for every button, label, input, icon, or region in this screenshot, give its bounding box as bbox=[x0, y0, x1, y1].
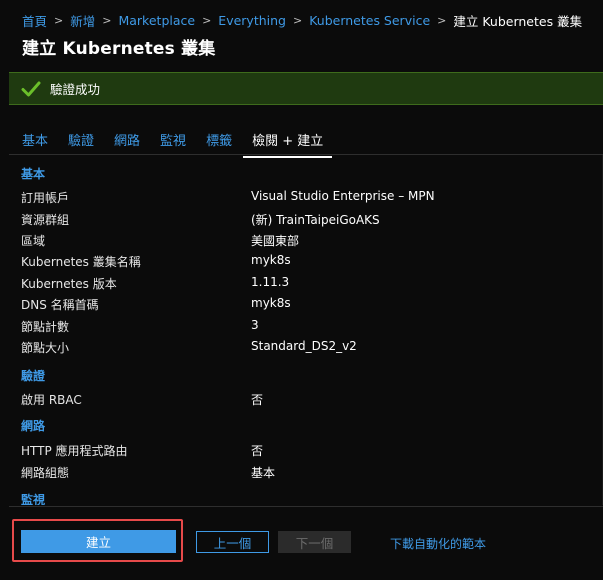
row-value: (新) TrainTaipeiGoAKS bbox=[251, 213, 380, 227]
row-label: DNS 名稱首碼 bbox=[21, 298, 99, 312]
breadcrumb-current: 建立 Kubernetes 叢集 bbox=[453, 14, 583, 29]
row-value: 3 bbox=[251, 318, 259, 332]
row-label: 節點計數 bbox=[21, 320, 70, 334]
row-label: 網路組態 bbox=[21, 466, 70, 480]
row-value: 美國東部 bbox=[251, 234, 300, 248]
chevron-right-icon: > bbox=[102, 14, 112, 27]
row-value: 基本 bbox=[251, 466, 276, 480]
footer-divider bbox=[9, 506, 603, 507]
review-panel: 基本 訂用帳戶 Visual Studio Enterprise – MPN 資… bbox=[9, 155, 603, 505]
row-label: HTTP 應用程式路由 bbox=[21, 444, 128, 458]
previous-button[interactable]: 上一個 bbox=[196, 531, 269, 553]
row-label: 啟用 RBAC bbox=[21, 393, 82, 407]
chevron-right-icon: > bbox=[437, 14, 447, 27]
breadcrumb-marketplace[interactable]: Marketplace bbox=[118, 13, 195, 28]
row-value: 1.11.3 bbox=[251, 275, 290, 289]
create-aks-page: 首頁 > 新增 > Marketplace > Everything > Kub… bbox=[0, 0, 603, 580]
row-label: 區域 bbox=[21, 234, 46, 248]
section-monitor-heading: 監視 bbox=[21, 493, 46, 505]
next-button: 下一個 bbox=[278, 531, 351, 553]
row-value: Visual Studio Enterprise – MPN bbox=[251, 189, 435, 203]
row-label: Kubernetes 叢集名稱 bbox=[21, 255, 141, 269]
chevron-right-icon: > bbox=[202, 14, 212, 27]
section-auth-heading: 驗證 bbox=[21, 369, 46, 383]
page-title: 建立 Kubernetes 叢集 bbox=[22, 39, 216, 59]
row-label: 訂用帳戶 bbox=[21, 191, 70, 205]
row-label: Kubernetes 版本 bbox=[21, 277, 117, 291]
row-value: 否 bbox=[251, 444, 264, 458]
validation-banner: 驗證成功 bbox=[9, 72, 603, 105]
chevron-right-icon: > bbox=[292, 14, 303, 27]
breadcrumb-everything[interactable]: Everything bbox=[218, 13, 286, 28]
chevron-right-icon: > bbox=[54, 14, 64, 27]
row-value: myk8s bbox=[251, 253, 291, 267]
checkmark-icon bbox=[21, 81, 41, 96]
row-label: 節點大小 bbox=[21, 341, 70, 355]
row-value: myk8s bbox=[251, 296, 291, 310]
row-label: 資源群組 bbox=[21, 213, 70, 227]
row-value: Standard_DS2_v2 bbox=[251, 339, 357, 353]
validation-message: 驗證成功 bbox=[50, 82, 101, 97]
section-network-heading: 網路 bbox=[21, 419, 46, 433]
section-basics-heading: 基本 bbox=[21, 167, 46, 181]
download-template-link[interactable]: 下載自動化的範本 bbox=[390, 535, 486, 552]
breadcrumb-home[interactable]: 首頁 bbox=[22, 11, 47, 30]
create-button[interactable]: 建立 bbox=[21, 530, 176, 553]
breadcrumb-kubernetes-service[interactable]: Kubernetes Service bbox=[309, 13, 430, 28]
row-value: 否 bbox=[251, 393, 264, 407]
breadcrumb-new[interactable]: 新增 bbox=[70, 11, 95, 30]
breadcrumb: 首頁 > 新增 > Marketplace > Everything > Kub… bbox=[22, 11, 582, 30]
